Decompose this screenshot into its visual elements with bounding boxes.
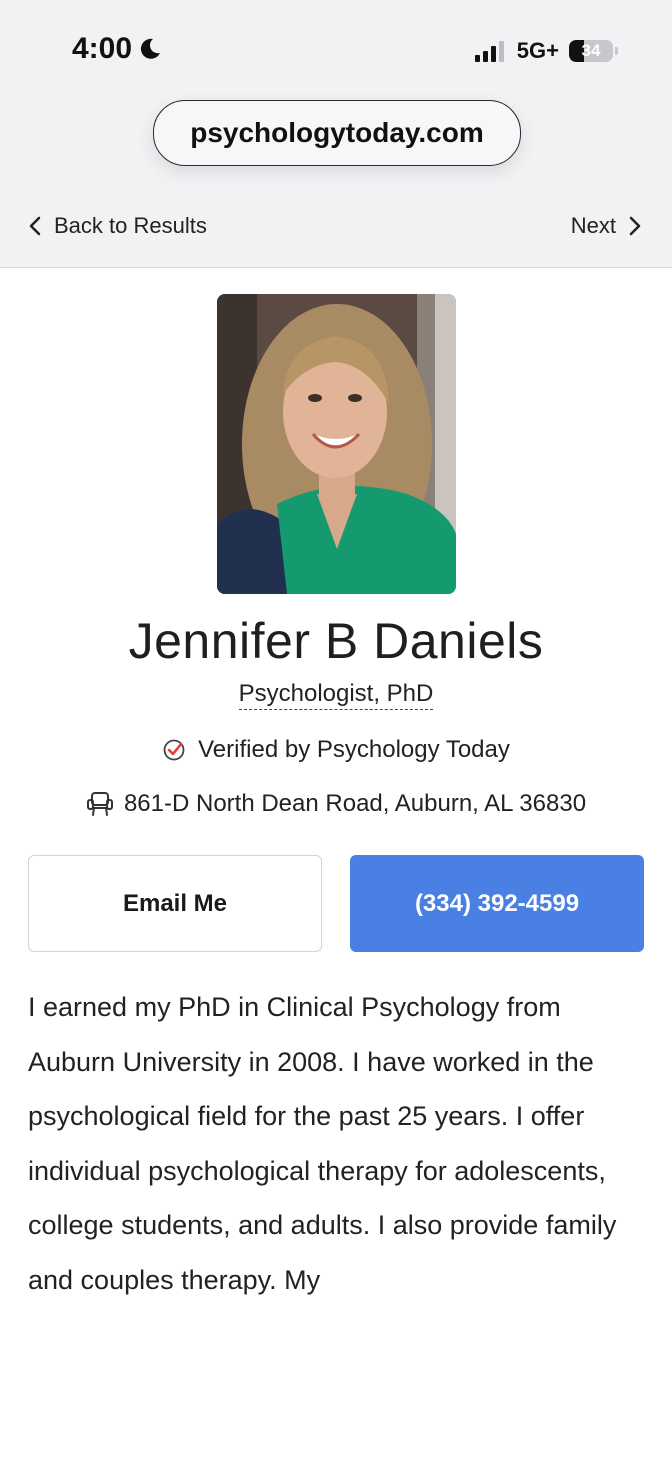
verified-text: Verified by Psychology Today xyxy=(198,736,510,763)
profile-name: Jennifer B Daniels xyxy=(128,613,544,669)
email-button-label: Email Me xyxy=(122,889,228,917)
next-link[interactable]: Next xyxy=(571,213,642,239)
office-chair-icon xyxy=(86,792,113,816)
status-time: 4:00 xyxy=(72,32,133,65)
status-indicators: 5G+ 34 xyxy=(474,38,618,64)
status-bar: 4:00 5G+ 34 xyxy=(0,0,672,100)
address-text: 861-D North Dean Road, Auburn, AL 36830 xyxy=(123,790,587,817)
network-label: 5G+ xyxy=(516,38,559,63)
call-phone-button[interactable]: (334) 392-4599 xyxy=(350,855,644,952)
credentials-text[interactable]: Psychologist, PhD xyxy=(238,680,434,710)
phone-button-label: (334) 392-4599 xyxy=(414,889,580,917)
verified-check-icon xyxy=(163,739,185,761)
office-address: 861-D North Dean Road, Auburn, AL 36830 xyxy=(0,790,672,818)
url-text: psychologytoday.com xyxy=(190,117,484,148)
chevron-left-icon xyxy=(29,216,41,236)
browser-chrome: 4:00 5G+ 34 psychologytoday.com Back to … xyxy=(0,0,672,268)
back-to-results-link[interactable]: Back to Results xyxy=(28,213,207,239)
battery-cap xyxy=(615,47,618,55)
verified-badge: Verified by Psychology Today xyxy=(0,736,672,764)
profile-credentials: Psychologist, PhD xyxy=(0,680,672,710)
status-time-group: 4:00 xyxy=(72,32,162,66)
bio-paragraph: I earned my PhD in Clinical Psychology f… xyxy=(28,992,617,1295)
results-nav: Back to Results Next xyxy=(0,200,672,252)
battery-icon: 34 xyxy=(569,40,613,62)
signal-icon xyxy=(474,41,504,62)
back-label: Back to Results xyxy=(54,213,207,238)
profile-photo-illustration xyxy=(217,294,456,594)
url-bar[interactable]: psychologytoday.com xyxy=(153,100,521,166)
next-label: Next xyxy=(570,213,616,238)
profile-photo xyxy=(217,294,456,594)
battery-level: 34 xyxy=(581,41,601,60)
email-me-button[interactable]: Email Me xyxy=(28,855,322,952)
chevron-right-icon xyxy=(629,216,641,236)
moon-icon xyxy=(140,38,161,59)
